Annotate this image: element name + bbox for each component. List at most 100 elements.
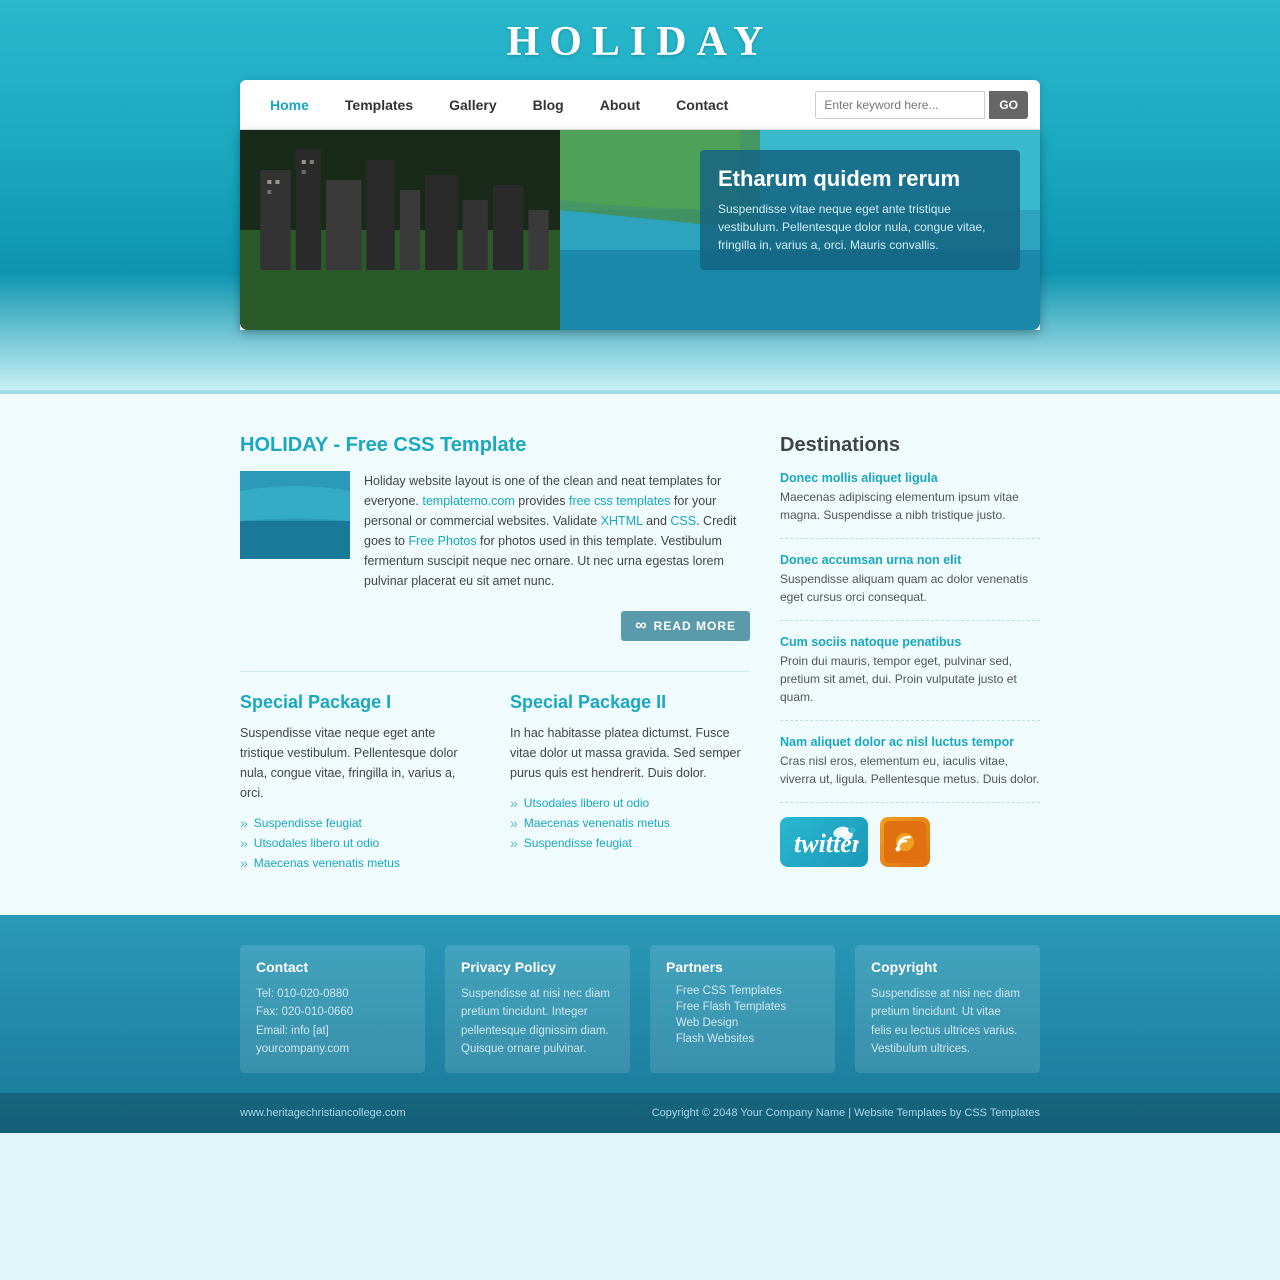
free-flash-templates-link[interactable]: Free Flash Templates	[676, 1001, 786, 1013]
destination-1-link[interactable]: Donec mollis aliquet ligula	[780, 471, 1040, 485]
footer-link-1: Free CSS Templates	[666, 985, 819, 997]
sidebar: Destinations Donec mollis aliquet ligula…	[780, 434, 1040, 875]
hero-city-bg	[240, 130, 584, 330]
package-2-item-2: Maecenas venenatis metus	[510, 815, 750, 831]
footer-partner-links: Free CSS Templates Free Flash Templates …	[666, 985, 819, 1045]
footer-privacy-title: Privacy Policy	[461, 959, 614, 975]
hero-text-box: Etharum quidem rerum Suspendisse vitae n…	[700, 150, 1020, 270]
nav-bar: Home Templates Gallery Blog About Contac…	[240, 80, 1040, 130]
copyright-year: Copyright © 2048	[652, 1107, 738, 1119]
search-input[interactable]	[815, 91, 985, 119]
footer-contact-text: Tel: 010-020-0880 Fax: 020-010-0660 Emai…	[256, 985, 409, 1059]
about-title: HOLIDAY - Free CSS Template	[240, 434, 750, 457]
footer-bottom: www.heritagechristiancollege.com Copyrig…	[0, 1093, 1280, 1133]
site-title: HOLIDAY	[0, 0, 1280, 80]
xhtml-link[interactable]: XHTML	[601, 514, 643, 528]
destination-2: Donec accumsan urna non elit Suspendisse…	[780, 553, 1040, 621]
read-more-button[interactable]: ∞ READ MORE	[621, 611, 750, 641]
content-area: HOLIDAY - Free CSS Template Holiday webs…	[0, 390, 1280, 915]
content-inner: HOLIDAY - Free CSS Template Holiday webs…	[240, 434, 1040, 875]
footer-contact-title: Contact	[256, 959, 409, 975]
nav-item-gallery[interactable]: Gallery	[431, 80, 514, 130]
package-2-item-3: Suspendisse feugiat	[510, 835, 750, 851]
templatemo-link[interactable]: templatemo.com	[422, 494, 514, 508]
nav-item-about[interactable]: About	[582, 80, 658, 130]
footer-copyright-col: Copyright Suspendisse at nisi nec diam p…	[855, 945, 1040, 1073]
packages-row: Special Package I Suspendisse vitae nequ…	[240, 692, 750, 875]
nav-links: Home Templates Gallery Blog About Contac…	[252, 80, 815, 130]
package-1-text: Suspendisse vitae neque eget ante tristi…	[240, 723, 480, 803]
package-1-item-2: Utsodales libero ut odio	[240, 835, 480, 851]
footer-tel: Tel: 010-020-0880	[256, 985, 409, 1003]
footer-inner: Contact Tel: 010-020-0880 Fax: 020-010-0…	[240, 945, 1040, 1093]
package-2-list: Utsodales libero ut odio Maecenas venena…	[510, 795, 750, 851]
footer-link-4: Flash Websites	[666, 1033, 819, 1045]
footer-copyright-text: Suspendisse at nisi nec diam pretium tin…	[871, 985, 1024, 1059]
destination-4-desc: Cras nisl eros, elementum eu, iaculis vi…	[780, 752, 1040, 788]
hero-img-placeholder: Etharum quidem rerum Suspendisse vitae n…	[240, 130, 1040, 330]
divider-1	[240, 671, 750, 672]
css-templates-link[interactable]: CSS Templates	[964, 1107, 1040, 1119]
footer-contact: Contact Tel: 010-020-0880 Fax: 020-010-0…	[240, 945, 425, 1073]
footer: Contact Tel: 010-020-0880 Fax: 020-010-0…	[0, 915, 1280, 1133]
package-1-item-3: Maecenas venenatis metus	[240, 855, 480, 871]
nav-item-blog[interactable]: Blog	[515, 80, 582, 130]
hero-image: Etharum quidem rerum Suspendisse vitae n…	[240, 130, 1040, 330]
destination-2-link[interactable]: Donec accumsan urna non elit	[780, 553, 1040, 567]
footer-privacy-text: Suspendisse at nisi nec diam pretium tin…	[461, 985, 614, 1059]
destination-2-desc: Suspendisse aliquam quam ac dolor venena…	[780, 570, 1040, 606]
website-templates-link[interactable]: Website Templates	[854, 1107, 947, 1119]
free-css-templates-link[interactable]: Free CSS Templates	[676, 985, 782, 997]
package-2-title: Special Package II	[510, 692, 750, 713]
destination-3: Cum sociis natoque penatibus Proin dui m…	[780, 635, 1040, 721]
footer-link-3: Web Design	[666, 1017, 819, 1029]
nav-search: GO	[815, 91, 1028, 119]
about-image	[240, 471, 350, 559]
destination-1-desc: Maecenas adipiscing elementum ipsum vita…	[780, 488, 1040, 524]
footer-fax: Fax: 020-010-0660	[256, 1003, 409, 1021]
destination-3-link[interactable]: Cum sociis natoque penatibus	[780, 635, 1040, 649]
social-icons: twitter	[780, 817, 1040, 867]
footer-partners-title: Partners	[666, 959, 819, 975]
destination-1: Donec mollis aliquet ligula Maecenas adi…	[780, 471, 1040, 539]
infinity-icon: ∞	[635, 617, 647, 635]
footer-copyright-text-bottom: Copyright © 2048 Your Company Name | Web…	[652, 1107, 1040, 1119]
read-more-label: READ MORE	[654, 619, 736, 633]
main-column: HOLIDAY - Free CSS Template Holiday webs…	[240, 434, 750, 875]
hero-text: Suspendisse vitae neque eget ante tristi…	[718, 200, 1002, 254]
nav-item-home[interactable]: Home	[252, 80, 327, 130]
package-1-list: Suspendisse feugiat Utsodales libero ut …	[240, 815, 480, 871]
destination-4: Nam aliquet dolor ac nisl luctus tempor …	[780, 735, 1040, 803]
footer-by: by	[950, 1107, 965, 1119]
free-photos-link[interactable]: Free Photos	[408, 534, 476, 548]
web-design-link[interactable]: Web Design	[676, 1017, 738, 1029]
footer-domain-row: www.heritagechristiancollege.com Copyrig…	[240, 1101, 1040, 1125]
about-text: Holiday website layout is one of the cle…	[364, 471, 750, 591]
read-more-wrap: ∞ READ MORE	[240, 611, 750, 641]
flash-websites-link[interactable]: Flash Websites	[676, 1033, 754, 1045]
footer-email: Email: info [at] yourcompany.com	[256, 1022, 409, 1059]
company-name-link[interactable]: Your Company Name	[740, 1107, 845, 1119]
nav-item-contact[interactable]: Contact	[658, 80, 746, 130]
css-link[interactable]: CSS	[670, 514, 696, 528]
package-2-text: In hac habitasse platea dictumst. Fusce …	[510, 723, 750, 783]
footer-privacy: Privacy Policy Suspendisse at nisi nec d…	[445, 945, 630, 1073]
about-body: Holiday website layout is one of the cle…	[240, 471, 750, 591]
package-2: Special Package II In hac habitasse plat…	[510, 692, 750, 875]
rss-icon[interactable]	[880, 817, 930, 867]
destination-3-desc: Proin dui mauris, tempor eget, pulvinar …	[780, 652, 1040, 706]
nav-item-templates[interactable]: Templates	[327, 80, 431, 130]
twitter-icon[interactable]: twitter	[780, 817, 868, 867]
destination-4-link[interactable]: Nam aliquet dolor ac nisl luctus tempor	[780, 735, 1040, 749]
footer-link-2: Free Flash Templates	[666, 1001, 819, 1013]
domain-text: www.heritagechristiancollege.com	[240, 1107, 406, 1119]
destinations-title: Destinations	[780, 434, 1040, 457]
package-1-title: Special Package I	[240, 692, 480, 713]
free-css-link[interactable]: free css templates	[569, 494, 670, 508]
top-section: HOLIDAY Home Templates Gallery Blog Abou…	[0, 0, 1280, 390]
search-button[interactable]: GO	[989, 91, 1028, 119]
footer-copyright-title: Copyright	[871, 959, 1024, 975]
nav-wrapper: Home Templates Gallery Blog About Contac…	[240, 80, 1040, 330]
package-1: Special Package I Suspendisse vitae nequ…	[240, 692, 480, 875]
package-2-item-1: Utsodales libero ut odio	[510, 795, 750, 811]
